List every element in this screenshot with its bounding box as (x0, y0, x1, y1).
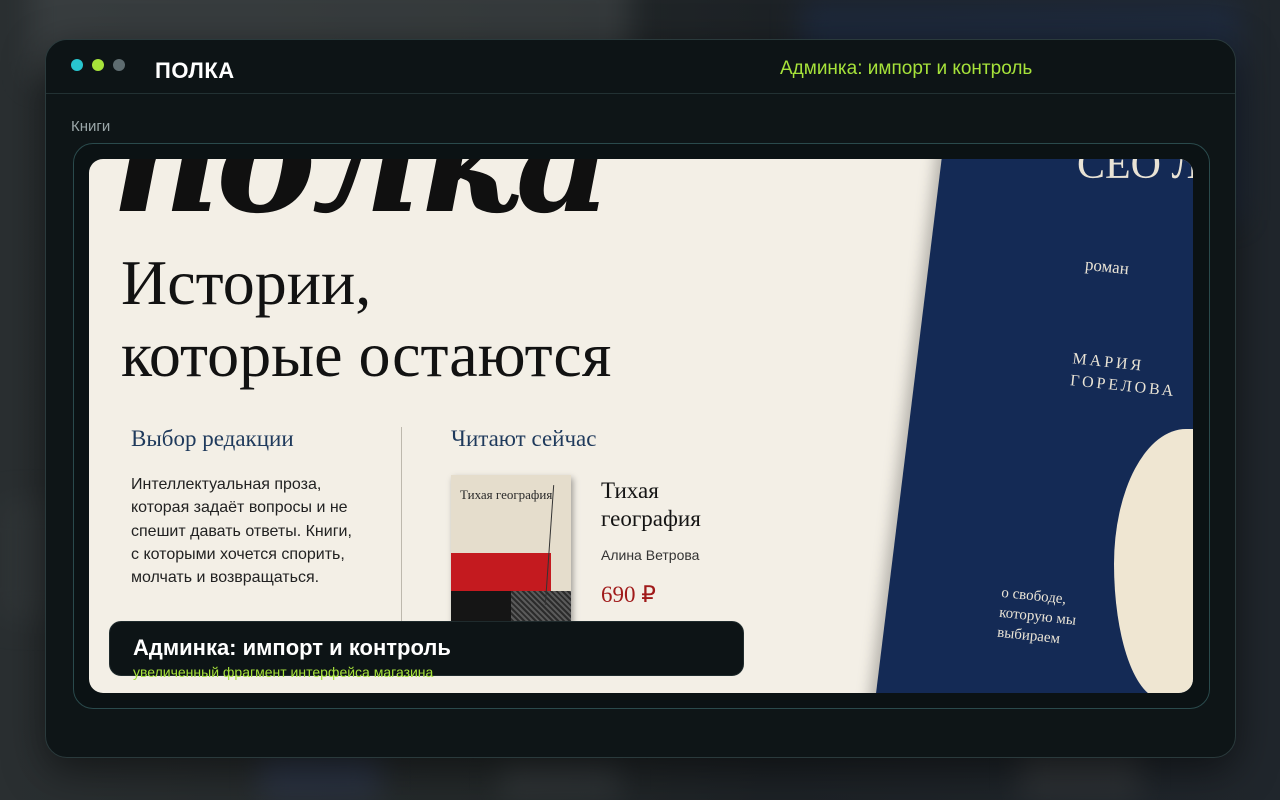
caption-subtitle: увеличенный фрагмент интерфейса магазина (133, 664, 434, 680)
cover-title: СЕО ЛИН (1077, 159, 1193, 188)
thumbnail-title: Тихая география (460, 487, 553, 502)
column-divider (401, 427, 402, 637)
book-title[interactable]: Тихая география (601, 477, 751, 533)
window-dot-grey[interactable] (113, 59, 125, 71)
hero-headline: Истории, которые остаются (121, 247, 611, 391)
window-dot-green[interactable] (92, 59, 104, 71)
headline-line-2: которые остаются (121, 319, 612, 390)
app-window: ПОЛКА Админка: импорт и контроль Книги п… (45, 39, 1236, 758)
editors-choice-title: Выбор редакции (131, 426, 294, 451)
reading-now-title: Читают сейчас (451, 426, 597, 451)
headline-line-1: Истории, (121, 247, 372, 318)
title-bar: ПОЛКА Админка: импорт и контроль (46, 40, 1235, 94)
book-price: 690 ₽ (601, 582, 656, 607)
book-cover-thumbnail[interactable]: Тихая география (451, 475, 571, 643)
window-dot-teal[interactable] (71, 59, 83, 71)
caption-overlay: Админка: импорт и контроль увеличенный ф… (109, 621, 744, 680)
window-title: Админка: импорт и контроль (780, 58, 1033, 79)
caption-title: Админка: импорт и контроль (133, 635, 451, 660)
app-brand: ПОЛКА (155, 58, 235, 83)
store-logo: полка (111, 159, 613, 247)
cover-tagline: о свободе, которую мы выбираем (996, 584, 1077, 648)
breadcrumb[interactable]: Книги (71, 118, 110, 135)
store-screenshot: полка Истории, которые остаются Выбор ре… (89, 159, 1193, 693)
editors-choice-text: Интеллектуальная проза, которая задаёт в… (131, 476, 352, 587)
book-author: Алина Ветрова (601, 547, 700, 563)
screenshot-frame: полка Истории, которые остаются Выбор ре… (73, 143, 1210, 709)
